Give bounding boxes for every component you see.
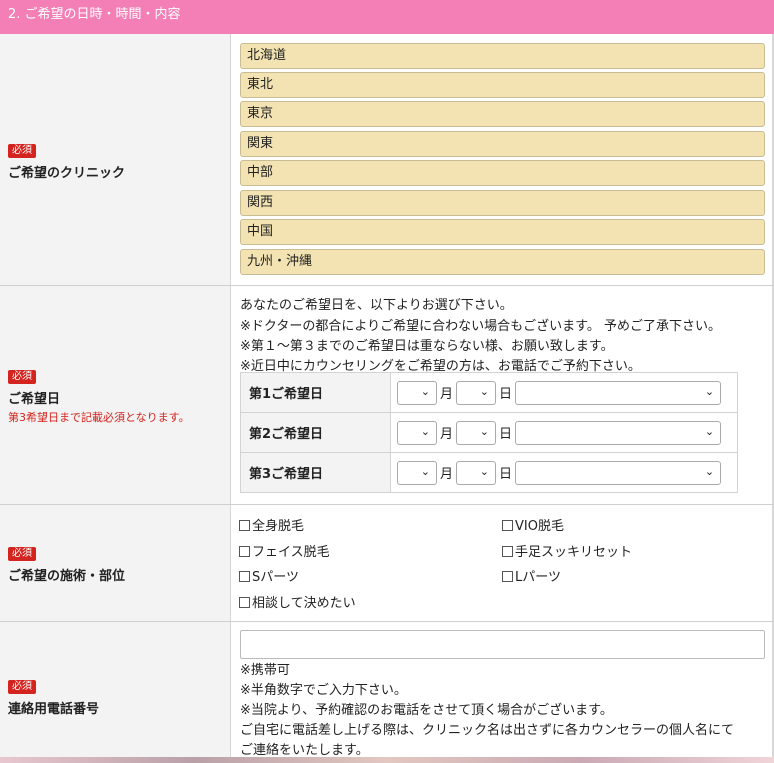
treatment-option-l-parts[interactable]: Lパーツ [502,566,561,585]
treatment-option-s-parts[interactable]: Sパーツ [239,566,299,585]
clinic-row: 必須 ご希望のクリニック 北海道 東北 東京 関東 中部 関西 中国 九州・沖縄 [0,34,774,286]
phone-note-line: ※当院より、予約確認のお電話をさせて頂く場合がございます。 [240,703,613,718]
checkbox-icon[interactable] [239,546,250,557]
chevron-down-icon: ⌄ [420,464,430,478]
region-kanto[interactable]: 関東 [240,131,765,157]
day-unit: 日 [499,387,513,402]
treatment-option-consult[interactable]: 相談して決めたい [239,592,356,611]
time-select-2[interactable]: ⌄ [515,420,722,445]
chevron-down-icon: ⌄ [704,384,715,398]
phone-row: 必須 連絡用電話番号 ※携帯可 ※半角数字でご入力下さい。 ※当院より、予約確認… [0,622,774,758]
date-choice-label: 第1ご希望日 [240,372,391,413]
phone-note-line: ※携帯可 [240,663,290,678]
checkbox-icon[interactable] [502,546,513,557]
month-select-3[interactable]: ⌄ [397,460,437,485]
region-hokkaido[interactable]: 北海道 [240,43,765,69]
region-tokyo[interactable]: 東京 [240,101,765,127]
phone-note-line: ご連絡をいたします。 [240,743,369,758]
dates-required-note: 第3希望日まで記載必須となります。 [8,411,190,424]
dates-label: ご希望日 [8,392,61,407]
treatments-label-cell: 必須 ご希望の施術・部位 [0,505,231,621]
chevron-down-icon: ⌄ [479,464,490,478]
clinic-label: ご希望のクリニック [8,166,126,181]
treatments-row: 必須 ご希望の施術・部位 全身脱毛 VIO脱毛 フェイス脱毛 手足スッキリセット… [0,505,774,622]
treatments-label: ご希望の施術・部位 [8,569,126,584]
month-unit: 月 [440,427,454,442]
checkbox-icon[interactable] [239,520,250,531]
required-badge: 必須 [8,370,36,384]
day-unit: 日 [499,467,513,482]
checkbox-icon[interactable] [239,597,250,608]
footer-image-strip [0,757,774,763]
region-kansai[interactable]: 関西 [240,190,765,216]
dates-intro-line: ※ドクターの都合によりご希望に合わない場合もございます。 予めご了承下さい。 [240,319,721,334]
region-chugoku[interactable]: 中国 [240,219,765,245]
date-choice-label: 第3ご希望日 [240,452,391,493]
day-select-2[interactable]: ⌄ [456,420,497,445]
phone-note-line: ご自宅に電話差し上げる際は、クリニック名は出さずに各カウンセラーの個人名にて [240,723,735,738]
checkbox-icon[interactable] [239,571,250,582]
dates-intro-line: ※第１～第３までのご希望日は重ならない様、お願い致します。 [240,339,614,354]
chevron-down-icon: ⌄ [420,384,430,398]
date-choice-selects: ⌄ 月 ⌄ 日 ⌄ [390,412,738,453]
treatment-option-face[interactable]: フェイス脱毛 [239,541,330,560]
dates-row: 必須 ご希望日 第3希望日まで記載必須となります。 あなたのご希望日を、以下より… [0,286,774,505]
month-select-1[interactable]: ⌄ [397,380,437,405]
dates-intro-line: あなたのご希望日を、以下よりお選び下さい。 [240,298,513,313]
month-unit: 月 [440,387,454,402]
region-chubu[interactable]: 中部 [240,160,765,186]
dates-content: あなたのご希望日を、以下よりお選び下さい。 ※ドクターの都合によりご希望に合わな… [232,286,774,504]
chevron-down-icon: ⌄ [479,384,490,398]
required-badge: 必須 [8,680,36,694]
chevron-down-icon: ⌄ [479,424,490,438]
date-choice-row-1: 第1ご希望日 ⌄ 月 ⌄ 日 ⌄ [240,372,738,413]
clinic-content: 北海道 東北 東京 関東 中部 関西 中国 九州・沖縄 [232,34,774,285]
day-unit: 日 [499,427,513,442]
phone-note-line: ※半角数字でご入力下さい。 [240,683,407,698]
region-tohoku[interactable]: 東北 [240,72,765,98]
treatment-option-limbs-set[interactable]: 手足スッキリセット [502,541,632,560]
date-choice-row-2: 第2ご希望日 ⌄ 月 ⌄ 日 ⌄ [240,412,738,453]
chevron-down-icon: ⌄ [704,424,715,438]
checkbox-icon[interactable] [502,520,513,531]
time-select-3[interactable]: ⌄ [515,460,722,485]
treatment-option-vio[interactable]: VIO脱毛 [502,515,564,534]
chevron-down-icon: ⌄ [704,464,715,478]
section-header: 2. ご希望の日時・時間・内容 [0,0,774,34]
day-select-1[interactable]: ⌄ [456,380,497,405]
dates-label-cell: 必須 ご希望日 第3希望日まで記載必須となります。 [0,286,231,504]
day-select-3[interactable]: ⌄ [456,460,497,485]
section-title: 2. ご希望の日時・時間・内容 [8,7,181,22]
treatment-option-full-body[interactable]: 全身脱毛 [239,515,304,534]
phone-label-cell: 必須 連絡用電話番号 [0,622,231,757]
checkbox-icon[interactable] [502,571,513,582]
month-unit: 月 [440,467,454,482]
chevron-down-icon: ⌄ [420,424,430,438]
date-choice-row-3: 第3ご希望日 ⌄ 月 ⌄ 日 ⌄ [240,452,738,493]
date-choice-selects: ⌄ 月 ⌄ 日 ⌄ [390,452,738,493]
date-choice-label: 第2ご希望日 [240,412,391,453]
required-badge: 必須 [8,547,36,561]
phone-label: 連絡用電話番号 [8,702,100,717]
treatments-content: 全身脱毛 VIO脱毛 フェイス脱毛 手足スッキリセット Sパーツ Lパーツ 相談… [232,505,774,621]
region-kyushu-okinawa[interactable]: 九州・沖縄 [240,249,765,275]
phone-content: ※携帯可 ※半角数字でご入力下さい。 ※当院より、予約確認のお電話をさせて頂く場… [232,622,774,758]
clinic-label-cell: 必須 ご希望のクリニック [0,34,231,285]
month-select-2[interactable]: ⌄ [397,420,437,445]
date-choice-selects: ⌄ 月 ⌄ 日 ⌄ [390,372,738,413]
required-badge: 必須 [8,144,36,158]
date-choices-table: 第1ご希望日 ⌄ 月 ⌄ 日 ⌄ 第2ご希望日 ⌄ 月 ⌄ 日 ⌄ 第3ご希望日 ⌄ 月 ⌄ 日 ⌄ [240,372,738,493]
time-select-1[interactable]: ⌄ [515,380,722,405]
phone-input[interactable] [240,630,765,659]
